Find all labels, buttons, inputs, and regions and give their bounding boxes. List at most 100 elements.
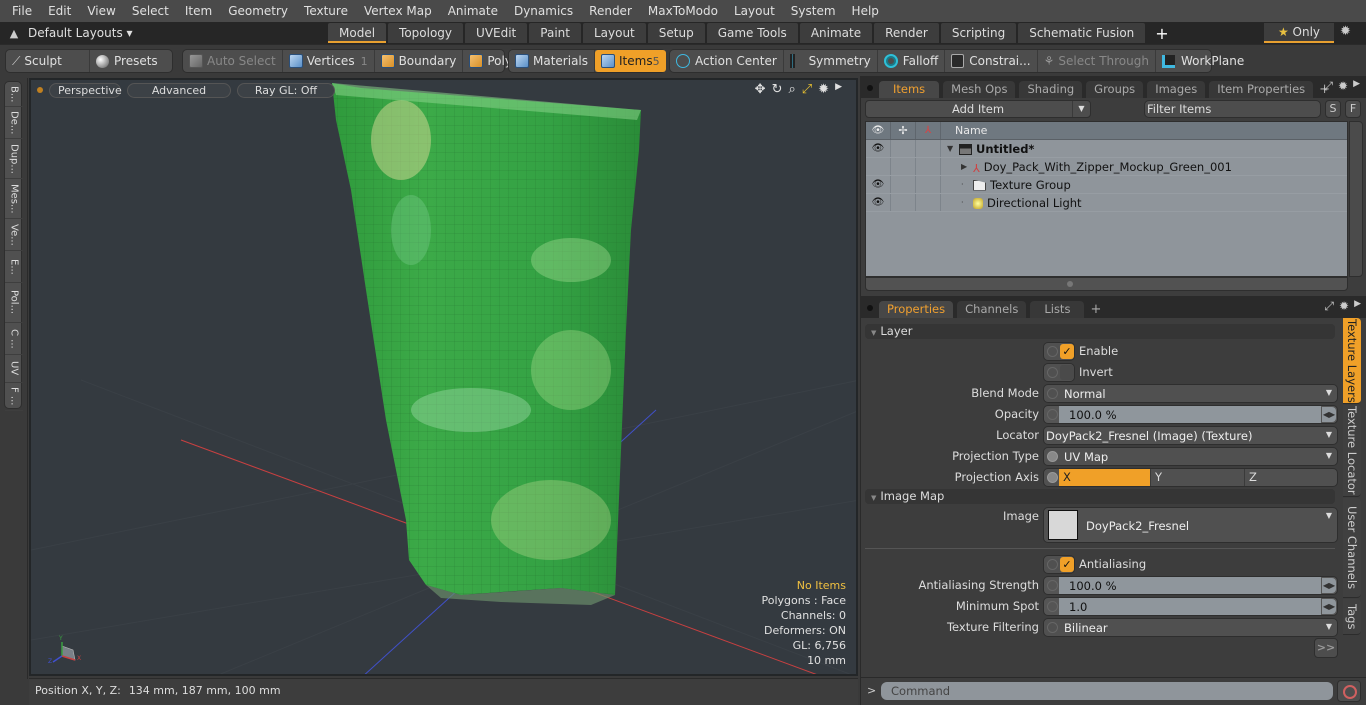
- more-button[interactable]: >>: [1314, 638, 1338, 658]
- menu-view[interactable]: View: [79, 0, 123, 22]
- properties-tab-properties[interactable]: Properties: [879, 301, 954, 318]
- menu-select[interactable]: Select: [124, 0, 177, 22]
- panel-options-dot[interactable]: [867, 85, 873, 91]
- perspective-dropdown[interactable]: Perspective: [49, 82, 122, 98]
- vertices-mode-button[interactable]: Vertices 1: [283, 50, 375, 72]
- menu-animate[interactable]: Animate: [440, 0, 506, 22]
- auto-select-button[interactable]: Auto Select: [183, 50, 283, 72]
- tree-expand-icon[interactable]: ·: [961, 180, 973, 189]
- properties-gear-icon[interactable]: ✹: [1339, 299, 1349, 314]
- panel-tab-mesh-ops[interactable]: Mesh Ops: [943, 81, 1016, 98]
- tree-expand-icon[interactable]: ▼: [947, 144, 959, 153]
- left-tool-tab[interactable]: UV: [5, 355, 23, 383]
- action-center-button[interactable]: Action Center: [670, 50, 784, 72]
- item-list-vscrollbar[interactable]: [1349, 121, 1363, 277]
- sculpt-button[interactable]: ⟋ Sculpt: [6, 50, 90, 72]
- side-tab-user-channels[interactable]: User Channels: [1343, 498, 1361, 598]
- viewport-gear-icon[interactable]: ✹: [818, 82, 829, 97]
- boundary-mode-button[interactable]: Boundary: [375, 50, 464, 72]
- menu-geometry[interactable]: Geometry: [220, 0, 296, 22]
- layout-tab-scripting[interactable]: Scripting: [940, 23, 1017, 43]
- scroll-knob[interactable]: [1067, 281, 1073, 287]
- panel-more-icon[interactable]: ▶: [1353, 79, 1360, 94]
- image-map-section-header[interactable]: ▼ Image Map: [865, 489, 1335, 504]
- locator-dropdown[interactable]: DoyPack2_Fresnel (Image) (Texture) ▼: [1043, 426, 1338, 445]
- properties-more-icon[interactable]: ▶: [1354, 299, 1361, 314]
- menu-render[interactable]: Render: [581, 0, 640, 22]
- raygl-toggle[interactable]: Ray GL: Off: [237, 82, 335, 98]
- maximize-icon[interactable]: ⤢: [1323, 79, 1333, 94]
- layout-tab-paint[interactable]: Paint: [529, 23, 581, 43]
- layout-tab-layout[interactable]: Layout: [582, 23, 646, 43]
- layout-tab-setup[interactable]: Setup: [647, 23, 705, 43]
- panel-tab-shading[interactable]: Shading: [1019, 81, 1083, 98]
- invert-checkbox[interactable]: [1043, 363, 1075, 382]
- left-tool-tab[interactable]: F ...: [5, 383, 23, 411]
- shading-dropdown[interactable]: Advanced: [127, 82, 231, 98]
- spinner-icon[interactable]: ◀▶: [1322, 407, 1336, 422]
- menu-texture[interactable]: Texture: [296, 0, 356, 22]
- item-row[interactable]: ▶ ⅄ Doy_Pack_With_Zipper_Mockup_Green_001: [866, 158, 1347, 176]
- side-tab-texture-layers[interactable]: Texture Layers: [1343, 318, 1361, 404]
- spinner-icon[interactable]: ◀▶: [1322, 599, 1336, 614]
- item-row[interactable]: 👁 · Directional Light: [866, 194, 1347, 212]
- tree-expand-icon[interactable]: ·: [961, 198, 973, 207]
- filter-items-input[interactable]: Filter Items: [1144, 100, 1321, 118]
- lock-column-icon[interactable]: ✢: [891, 122, 916, 139]
- visibility-toggle[interactable]: [866, 158, 891, 175]
- left-tool-tab[interactable]: E...: [5, 251, 23, 283]
- type-column-icon[interactable]: ⅄: [916, 122, 941, 139]
- spinner-icon[interactable]: ◀▶: [1322, 578, 1336, 593]
- viewport-more-icon[interactable]: ▶: [835, 82, 842, 97]
- left-tool-tab[interactable]: Ve...: [5, 219, 23, 251]
- left-tool-tab[interactable]: Dup...: [5, 139, 23, 179]
- add-properties-tab-button[interactable]: +: [1088, 301, 1103, 318]
- left-tool-tab[interactable]: Mes...: [5, 179, 23, 219]
- 3d-viewport[interactable]: Y X Z Perspective Advanced Ray GL: Off ✥…: [29, 78, 858, 676]
- aa-strength-slider[interactable]: 100.0 % ◀▶: [1043, 576, 1338, 595]
- symmetry-button[interactable]: Symmetry: [784, 50, 878, 72]
- min-spot-slider[interactable]: 1.0 ◀▶: [1043, 597, 1338, 616]
- menu-layout[interactable]: Layout: [726, 0, 783, 22]
- axis-y-button[interactable]: Y: [1151, 469, 1245, 486]
- presets-button[interactable]: Presets: [90, 50, 172, 72]
- menu-edit[interactable]: Edit: [40, 0, 79, 22]
- doy-pack-mesh[interactable]: [332, 83, 641, 605]
- layout-tab-model[interactable]: Model: [328, 23, 387, 43]
- name-column-header[interactable]: Name: [941, 122, 1347, 139]
- left-tool-tab[interactable]: B...: [5, 82, 23, 107]
- projection-type-dropdown[interactable]: UV Map ▼: [1043, 447, 1338, 466]
- opacity-slider[interactable]: 100.0 % ◀▶: [1043, 405, 1338, 424]
- panel-tab-images[interactable]: Images: [1147, 81, 1206, 98]
- tree-expand-icon[interactable]: ▶: [961, 162, 973, 171]
- visibility-toggle[interactable]: 👁: [866, 176, 891, 193]
- layout-tab-render[interactable]: Render: [874, 23, 939, 43]
- antialiasing-checkbox[interactable]: ✓: [1043, 555, 1075, 574]
- panel-tab-items[interactable]: Items: [879, 81, 940, 98]
- viewport-options-dot[interactable]: [37, 87, 43, 93]
- layout-tab-schematic-fusion[interactable]: Schematic Fusion: [1018, 23, 1146, 43]
- layout-tab-uvedit[interactable]: UVEdit: [465, 23, 528, 43]
- add-item-button[interactable]: Add Item ▼: [865, 100, 1091, 118]
- left-tool-tab[interactable]: Pol...: [5, 283, 23, 323]
- image-dropdown[interactable]: DoyPack2_Fresnel ▼: [1043, 507, 1338, 543]
- visibility-column-icon[interactable]: 👁: [866, 122, 891, 139]
- pan-icon[interactable]: ✥: [755, 82, 766, 97]
- add-item-dropdown-arrow[interactable]: ▼: [1072, 101, 1090, 117]
- layout-tab-animate[interactable]: Animate: [799, 23, 873, 43]
- rotate-icon[interactable]: ↻: [772, 82, 783, 97]
- properties-maximize-icon[interactable]: ⤢: [1324, 299, 1334, 314]
- blend-mode-dropdown[interactable]: Normal ▼: [1043, 384, 1338, 403]
- axis-x-button[interactable]: X: [1059, 469, 1151, 486]
- f-button[interactable]: F: [1345, 100, 1361, 118]
- record-macro-button[interactable]: [1337, 680, 1361, 702]
- add-layout-tab-button[interactable]: +: [1147, 24, 1176, 43]
- materials-mode-button[interactable]: Materials: [509, 50, 596, 72]
- item-row[interactable]: 👁 ▼ Untitled*: [866, 140, 1347, 158]
- visibility-toggle[interactable]: 👁: [866, 194, 891, 211]
- zoom-icon[interactable]: ⌕: [788, 82, 795, 97]
- menu-help[interactable]: Help: [844, 0, 887, 22]
- constraints-button[interactable]: Constrai...: [945, 50, 1038, 72]
- left-tool-tab[interactable]: De...: [5, 107, 23, 139]
- side-tab-tags[interactable]: Tags: [1343, 599, 1361, 635]
